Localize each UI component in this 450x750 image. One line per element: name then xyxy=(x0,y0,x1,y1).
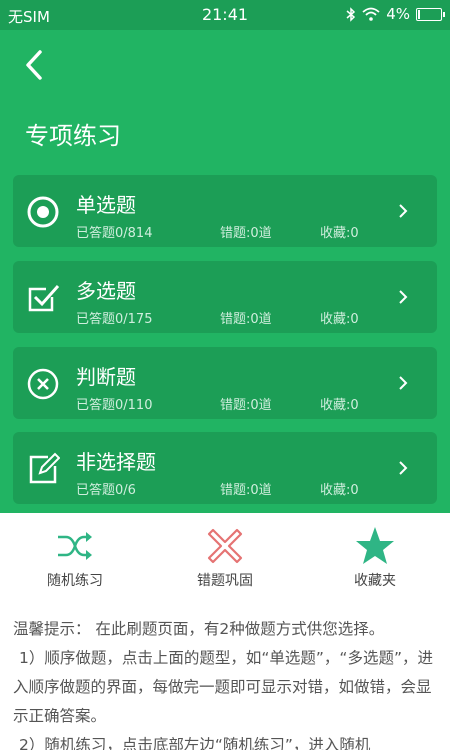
favorites-button[interactable]: 收藏夹 xyxy=(300,513,450,605)
category-card-multiple-choice[interactable]: 多选题 已答题0/175 错题:0道 收藏:0 xyxy=(13,261,437,333)
error-review-button[interactable]: 错题巩固 xyxy=(150,513,300,605)
battery-icon xyxy=(416,7,445,21)
chevron-right-icon xyxy=(399,290,408,304)
tips-text: 温馨提示： 在此刷题页面，有2种做题方式供您选择。 1）顺序做题，点击上面的题型… xyxy=(13,615,441,750)
category-name: 单选题 xyxy=(76,193,136,217)
tip-paragraph: 2）随机练习，点击底部左边“随机练习”，进入随机 xyxy=(19,736,371,750)
category-card-true-false[interactable]: 判断题 已答题0/110 错题:0道 收藏:0 xyxy=(13,347,437,419)
bluetooth-icon xyxy=(346,6,356,22)
answered-count: 已答题0/110 xyxy=(76,398,153,413)
x-icon xyxy=(207,528,243,564)
chevron-right-icon xyxy=(399,204,408,218)
wifi-icon xyxy=(362,7,380,21)
favorite-count: 收藏:0 xyxy=(320,312,359,327)
status-right: 4% xyxy=(346,5,445,23)
chevron-right-icon xyxy=(399,461,408,475)
battery-percent: 4% xyxy=(386,5,410,23)
error-count: 错题:0道 xyxy=(220,226,272,241)
chevron-left-icon xyxy=(26,50,42,80)
status-bar: 无SIM 21:41 4% xyxy=(0,0,450,30)
answered-count: 已答题0/814 xyxy=(76,226,153,241)
answered-count: 已答题0/175 xyxy=(76,312,153,327)
favorite-count: 收藏:0 xyxy=(320,226,359,241)
tip-paragraph: 温馨提示： 在此刷题页面，有2种做题方式供您选择。 xyxy=(13,620,385,638)
action-bar: 随机练习 错题巩固 收藏夹 xyxy=(0,513,450,605)
cross-circle-icon xyxy=(27,368,59,400)
category-card-single-choice[interactable]: 单选题 已答题0/814 错题:0道 收藏:0 xyxy=(13,175,437,247)
random-practice-label: 随机练习 xyxy=(47,573,103,589)
radio-icon xyxy=(27,196,59,228)
error-review-label: 错题巩固 xyxy=(197,573,253,589)
category-name: 判断题 xyxy=(76,365,136,389)
star-icon xyxy=(356,527,394,564)
error-count: 错题:0道 xyxy=(220,398,272,413)
favorite-count: 收藏:0 xyxy=(320,483,359,498)
chevron-right-icon xyxy=(399,376,408,390)
back-button[interactable] xyxy=(20,48,52,82)
answered-count: 已答题0/6 xyxy=(76,483,136,498)
tip-paragraph: 1）顺序做题，点击上面的题型，如“单选题”，“多选题”，进入顺序做题的界面，每做… xyxy=(13,649,433,725)
favorites-label: 收藏夹 xyxy=(354,573,396,589)
error-count: 错题:0道 xyxy=(220,312,272,327)
random-practice-button[interactable]: 随机练习 xyxy=(0,513,150,605)
category-card-non-choice[interactable]: 非选择题 已答题0/6 错题:0道 收藏:0 xyxy=(13,432,437,504)
favorite-count: 收藏:0 xyxy=(320,398,359,413)
category-name: 多选题 xyxy=(76,279,136,303)
error-count: 错题:0道 xyxy=(220,483,272,498)
page-title: 专项练习 xyxy=(25,122,121,150)
checkbox-icon xyxy=(28,285,60,312)
edit-icon xyxy=(29,452,60,484)
category-name: 非选择题 xyxy=(76,450,156,474)
shuffle-icon xyxy=(58,532,92,560)
